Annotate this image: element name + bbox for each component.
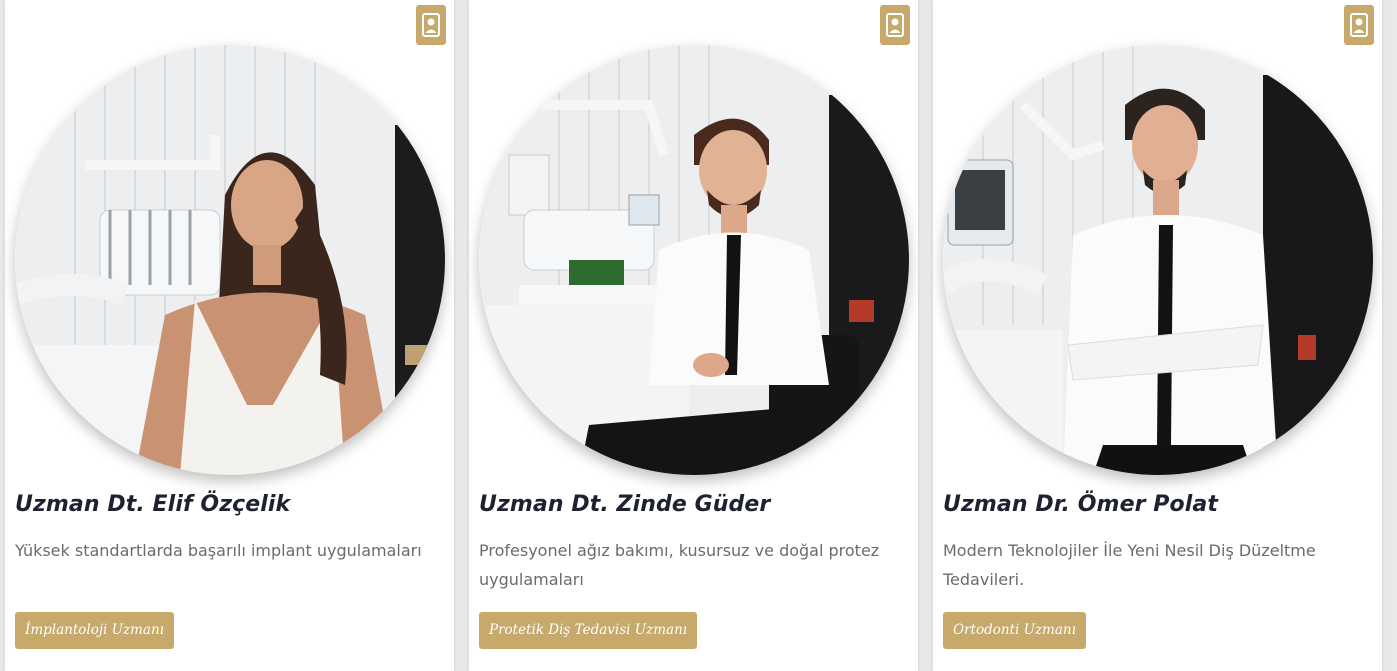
specialist-photo	[943, 45, 1373, 475]
id-badge-icon[interactable]	[1344, 5, 1374, 45]
specialist-card[interactable]: Uzman Dt. Elif Özçelik Yüksek standartla…	[5, 0, 454, 671]
specialist-card[interactable]: Uzman Dr. Ömer Polat Modern Teknolojiler…	[933, 0, 1382, 671]
specialty-tag-button[interactable]: Protetik Diş Tedavisi Uzmanı	[479, 612, 698, 649]
specialist-photo	[479, 45, 909, 475]
specialist-name: Uzman Dt. Zinde Güder	[479, 492, 771, 517]
specialist-photo	[15, 45, 445, 475]
specialist-card[interactable]: Uzman Dt. Zinde Güder Profesyonel ağız b…	[469, 0, 918, 671]
specialist-name: Uzman Dt. Elif Özçelik	[15, 492, 291, 517]
specialist-description: Modern Teknolojiler İle Yeni Nesil Diş D…	[943, 541, 1316, 589]
id-badge-icon[interactable]	[880, 5, 910, 45]
specialty-tag-button[interactable]: İmplantoloji Uzmanı	[15, 612, 174, 649]
specialty-tag-button[interactable]: Ortodonti Uzmanı	[943, 612, 1086, 649]
specialist-description: Yüksek standartlarda başarılı implant uy…	[15, 541, 422, 560]
specialist-cards: Uzman Dt. Elif Özçelik Yüksek standartla…	[0, 0, 1397, 671]
id-badge-icon[interactable]	[416, 5, 446, 45]
specialist-name: Uzman Dr. Ömer Polat	[943, 492, 1218, 517]
specialist-description: Profesyonel ağız bakımı, kusursuz ve doğ…	[479, 541, 880, 589]
